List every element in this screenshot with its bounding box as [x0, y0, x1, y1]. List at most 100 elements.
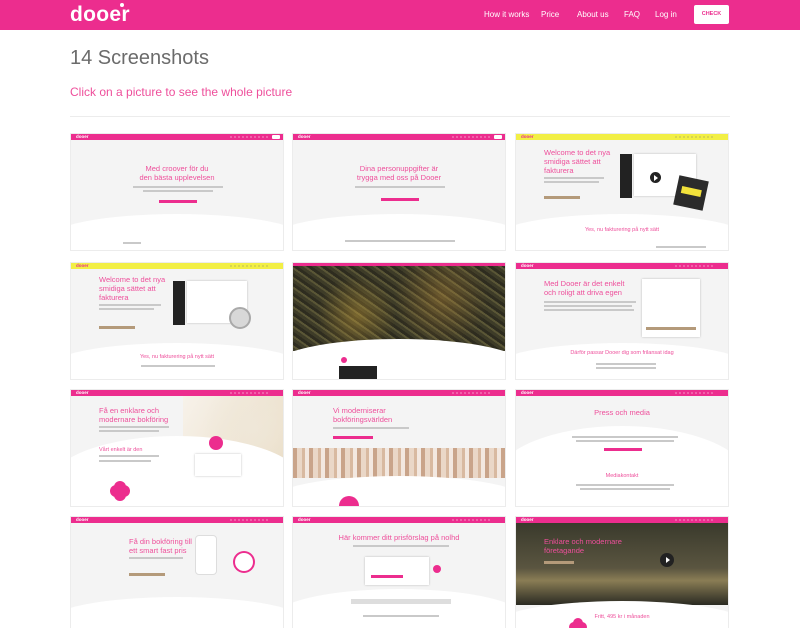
- thumb-nav: [451, 136, 491, 138]
- thumb-nav: [674, 519, 714, 521]
- thumb-logo: dooer: [521, 390, 534, 395]
- thumb-badge: [113, 484, 127, 498]
- thumb-city-photo: [293, 263, 505, 351]
- screenshot-thumbnail-10[interactable]: dooer Få din bokföring till ett smart fa…: [70, 516, 284, 628]
- thumb-heading-line-2: bokföringsvärlden: [333, 415, 393, 424]
- thumb-subheading: Vårt enkelt är den: [99, 447, 143, 453]
- thumb-logo: dooer: [298, 517, 311, 522]
- thumb-review-strip: [351, 599, 451, 604]
- thumb-form-card: [365, 557, 429, 585]
- thumb-text-line: [129, 557, 183, 559]
- nav-link-how-it-works[interactable]: How it works: [484, 10, 529, 19]
- thumb-heading-line-2: trygga med oss på Dooer: [356, 173, 442, 182]
- thumb-logo: dooer: [521, 517, 534, 522]
- logo-spark-icon: [120, 3, 124, 7]
- thumb-button: [544, 561, 574, 564]
- screenshot-thumbnail-7[interactable]: dooer Få en enklare och modernare bokför…: [70, 389, 284, 507]
- thumb-heading-line-2: och roligt att driva egen: [544, 288, 622, 297]
- thumb-thumbs-up-photo: [293, 448, 505, 478]
- top-navigation-bar: dooer How it works Price About us FAQ Lo…: [0, 0, 800, 30]
- thumb-form-button: [646, 327, 696, 330]
- thumb-wave: [293, 214, 505, 250]
- thumb-heading-line-1: Med Dooer är det enkelt: [544, 279, 625, 288]
- thumb-heading-line-1: Få din bokföring till: [129, 537, 192, 546]
- thumb-logo: dooer: [298, 134, 311, 139]
- screenshot-thumbnail-5[interactable]: [292, 262, 506, 380]
- thumb-heading-line-1: Welcome to det nya: [99, 275, 166, 284]
- thumb-text-line: [580, 488, 670, 490]
- play-icon: [660, 553, 674, 567]
- thumb-nav: [229, 136, 269, 138]
- thumb-text-line: [544, 177, 604, 179]
- thumb-footer-heading: Yes, nu fakturering på nytt sätt: [139, 354, 215, 360]
- thumb-nav: [674, 265, 714, 267]
- thumb-nav: [674, 392, 714, 394]
- thumb-video: [339, 366, 377, 379]
- thumb-text-line: [143, 190, 213, 192]
- thumb-heading-line-1: Welcome to det nya: [544, 148, 611, 157]
- thumb-heading-line-2: smidiga sättet att: [544, 157, 601, 166]
- thumb-text-line: [99, 455, 159, 457]
- thumb-logo: dooer: [298, 390, 311, 395]
- screenshot-thumbnail-8[interactable]: dooer Vi moderniserar bokföringsvärlden: [292, 389, 506, 507]
- thumb-button: [129, 573, 165, 576]
- thumb-text-line: [572, 436, 678, 438]
- thumb-nav: [229, 265, 269, 267]
- screenshot-thumbnail-11[interactable]: dooer Här kommer ditt prisförslag på nol…: [292, 516, 506, 628]
- nav-link-log-in[interactable]: Log in: [655, 10, 677, 19]
- thumb-card: [195, 454, 241, 476]
- thumb-badge: [572, 621, 584, 628]
- nav-link-price[interactable]: Price: [541, 10, 559, 19]
- thumb-heading-line-3: fakturera: [99, 293, 129, 302]
- thumb-text-line: [355, 186, 445, 188]
- thumb-nav: [451, 392, 491, 394]
- thumb-heading-line-1: Få en enklare och: [99, 406, 160, 415]
- thumb-cta: [272, 135, 280, 139]
- thumb-text-line: [544, 305, 632, 307]
- thumb-button: [381, 198, 419, 201]
- check-button[interactable]: CHECK: [694, 5, 729, 24]
- screenshot-thumbnail-12[interactable]: dooer Enklare och modernare företagande …: [515, 516, 729, 628]
- thumb-phone: [195, 535, 217, 575]
- screenshot-thumbnail-9[interactable]: dooer Press och media Mediakontakt: [515, 389, 729, 507]
- thumb-footer-heading: Därför passar Dooer dig som frilansat id…: [570, 350, 674, 356]
- thumb-heading-line-2: företagande: [544, 546, 585, 555]
- thumb-heading: Här kommer ditt prisförslag på nolhd: [338, 533, 460, 542]
- divider: [70, 116, 730, 117]
- screenshot-thumbnail-4[interactable]: dooer Welcome to det nya smidiga sättet …: [70, 262, 284, 380]
- thumb-pink-circle: [209, 436, 223, 450]
- thumb-badge: [673, 175, 709, 211]
- thumb-sunset-photo: [516, 523, 728, 605]
- thumb-seal: [229, 307, 251, 329]
- thumb-text-line: [576, 484, 674, 486]
- nav-link-faq[interactable]: FAQ: [624, 10, 640, 19]
- thumb-phone-screen: [620, 154, 632, 198]
- thumb-heading-line-3: fakturera: [544, 166, 574, 175]
- thumb-text-line: [99, 426, 169, 428]
- thumb-nav: [674, 136, 714, 138]
- thumb-wave: [293, 589, 505, 628]
- thumb-button: [604, 448, 642, 451]
- thumb-button: [159, 200, 197, 203]
- thumb-text-line: [123, 242, 141, 244]
- screenshot-thumbnail-1[interactable]: dooer Med croover för du den bästa upple…: [70, 133, 284, 251]
- play-icon: [650, 172, 661, 183]
- thumb-text-line: [576, 440, 674, 442]
- thumb-badge: [235, 553, 253, 571]
- screenshot-thumbnail-2[interactable]: dooer Dina personuppgifter är trygga med…: [292, 133, 506, 251]
- screenshot-thumbnail-6[interactable]: dooer Med Dooer är det enkelt och roligt…: [515, 262, 729, 380]
- thumb-wave: [71, 214, 283, 250]
- thumb-phone-screen: [173, 281, 185, 325]
- screenshot-thumbnail-3[interactable]: dooer Welcome to det nya smidiga sättet …: [515, 133, 729, 251]
- thumb-subheading: Mediakontakt: [605, 473, 639, 479]
- thumb-text-line: [99, 460, 151, 462]
- thumb-heading-line-2: smidiga sättet att: [99, 284, 156, 293]
- thumb-logo: dooer: [76, 390, 89, 395]
- thumb-text-line: [544, 181, 599, 183]
- nav-link-about-us[interactable]: About us: [577, 10, 609, 19]
- thumb-header-bar: [293, 263, 505, 266]
- thumb-heading-line-2: modernare bokföring: [99, 415, 169, 424]
- thumb-heading: Press och media: [594, 408, 650, 417]
- thumb-cta: [494, 135, 502, 139]
- thumb-logo: dooer: [521, 263, 534, 268]
